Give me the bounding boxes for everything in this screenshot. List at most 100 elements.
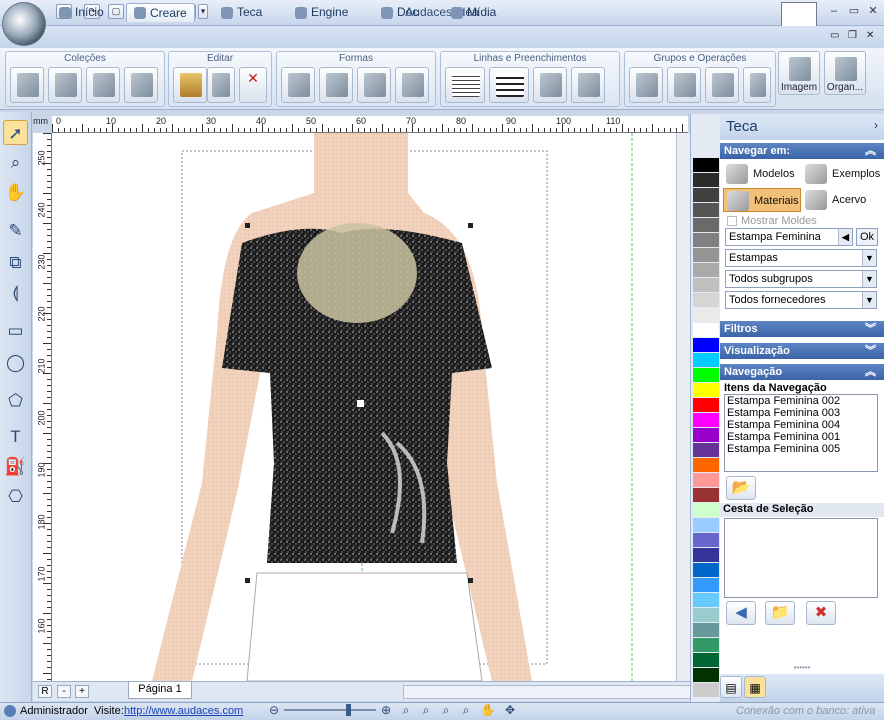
fill-button[interactable]: [533, 67, 567, 103]
ribbon-restore-icon[interactable]: ❐: [848, 30, 857, 41]
website-link[interactable]: http://www.audaces.com: [124, 703, 243, 719]
color-swatch[interactable]: [693, 533, 719, 547]
nav-materiais-button[interactable]: Materiais: [723, 188, 801, 212]
color-swatch[interactable]: [693, 503, 719, 517]
pages-icon[interactable]: ▤: [720, 676, 742, 698]
pan-hand-icon[interactable]: ✋: [480, 702, 496, 718]
color-swatch[interactable]: [693, 668, 719, 682]
line-style-button[interactable]: [445, 67, 485, 103]
tab-midia[interactable]: Mídia: [444, 3, 503, 22]
drawing-canvas[interactable]: [52, 133, 676, 681]
export-collection-button[interactable]: [124, 67, 158, 103]
color-swatch[interactable]: [693, 623, 719, 637]
ellipse-tool-icon[interactable]: ◯: [3, 350, 28, 375]
navigate-arrows-icon[interactable]: ✥: [502, 702, 518, 718]
color-swatch[interactable]: [693, 563, 719, 577]
zoom-icon[interactable]: ⌕: [3, 150, 28, 175]
zoom-slider-thumb[interactable]: [346, 704, 351, 716]
remove-page-button[interactable]: -: [57, 685, 71, 698]
search-input[interactable]: Estampa Feminina ◀: [725, 228, 853, 246]
save-collection-button[interactable]: [48, 67, 82, 103]
copy-button[interactable]: [207, 67, 235, 103]
list-item[interactable]: Estampa Feminina 003: [725, 407, 877, 419]
color-swatch[interactable]: [693, 188, 719, 202]
pen-button[interactable]: [395, 67, 429, 103]
mirror-icon[interactable]: ⟬: [3, 280, 28, 305]
maximize-icon[interactable]: ▭: [846, 4, 862, 18]
selection-center-handle[interactable]: [357, 400, 364, 407]
list-item[interactable]: Estampa Feminina 004: [725, 419, 877, 431]
itens-navegacao-list[interactable]: Estampa Feminina 002 Estampa Feminina 00…: [724, 394, 878, 472]
app-logo-icon[interactable]: [2, 2, 46, 46]
pen-icon[interactable]: ✎: [3, 218, 28, 243]
color-swatch[interactable]: [693, 248, 719, 262]
color-swatch[interactable]: [693, 473, 719, 487]
minimize-icon[interactable]: –: [826, 4, 842, 18]
tab-teca[interactable]: Teca: [214, 3, 269, 22]
color-swatch[interactable]: [693, 578, 719, 592]
camera-icon[interactable]: ⎔: [3, 484, 28, 509]
back-arrow-button[interactable]: ◀: [726, 601, 756, 625]
page-r-button[interactable]: R: [38, 685, 52, 698]
selection-handle[interactable]: [468, 223, 473, 228]
delete-folder-button[interactable]: ✖: [806, 601, 836, 625]
navegacao-header[interactable]: Navegação ︽: [720, 364, 884, 380]
group-button[interactable]: [629, 67, 663, 103]
cut-button[interactable]: ✕: [239, 67, 267, 103]
zoom-slider[interactable]: [284, 709, 376, 711]
ribbon-minimize-icon[interactable]: ▭: [830, 30, 839, 41]
list-item[interactable]: Estampa Feminina 005: [725, 443, 877, 455]
panel-collapse-icon[interactable]: ›: [874, 118, 878, 132]
color-swatch[interactable]: [693, 323, 719, 337]
fill-pattern-button[interactable]: [571, 67, 605, 103]
shape-button-2[interactable]: [319, 67, 353, 103]
panel-splitter[interactable]: ••••••: [720, 663, 884, 673]
color-swatch[interactable]: [693, 458, 719, 472]
subgroup-select[interactable]: Todos subgrupos ▼: [725, 270, 877, 288]
selection-handle[interactable]: [245, 223, 250, 228]
color-swatch[interactable]: [693, 443, 719, 457]
organizar-button[interactable]: Organ...: [824, 51, 866, 95]
zoom-page-icon[interactable]: ⌕: [418, 702, 434, 718]
fill-bucket-icon[interactable]: ⛽: [3, 454, 28, 479]
type-select[interactable]: Estampas ▼: [725, 249, 877, 267]
tab-engine[interactable]: Engine: [288, 3, 355, 22]
pan-hand-icon[interactable]: ✋: [3, 180, 28, 205]
shape-edit-icon[interactable]: ⬠: [3, 388, 28, 413]
color-swatch[interactable]: [693, 233, 719, 247]
mostrar-moldes-checkbox[interactable]: Mostrar Moldes: [727, 215, 817, 227]
close-icon[interactable]: ✕: [865, 4, 881, 18]
supplier-select[interactable]: Todos fornecedores ▼: [725, 291, 877, 309]
color-swatch[interactable]: [693, 308, 719, 322]
color-swatch[interactable]: [693, 683, 719, 697]
color-swatch[interactable]: [693, 368, 719, 382]
color-swatch[interactable]: [693, 203, 719, 217]
navegar-em-header[interactable]: Navegar em: ︽: [720, 143, 884, 159]
shape-button-3[interactable]: [357, 67, 391, 103]
vertical-scrollbar[interactable]: [676, 133, 690, 681]
color-swatch[interactable]: [693, 218, 719, 232]
color-swatch[interactable]: [693, 338, 719, 352]
color-swatch[interactable]: [693, 638, 719, 652]
rectangle-tool-icon[interactable]: ▭: [3, 318, 28, 343]
color-swatch[interactable]: [693, 608, 719, 622]
filtros-header[interactable]: Filtros ︾: [720, 321, 884, 337]
text-tool-icon[interactable]: T: [3, 424, 28, 449]
horizontal-scrollbar[interactable]: [403, 685, 703, 699]
color-swatch[interactable]: [693, 263, 719, 277]
add-page-button[interactable]: +: [75, 685, 89, 698]
list-item[interactable]: Estampa Feminina 001: [725, 431, 877, 443]
page-tab[interactable]: Página 1: [128, 682, 192, 699]
line-width-button[interactable]: [489, 67, 529, 103]
nav-exemplos-button[interactable]: Exemplos: [802, 162, 882, 186]
tab-inicio[interactable]: Início: [52, 3, 111, 22]
ungroup-button[interactable]: [667, 67, 701, 103]
zoom-selection-icon[interactable]: ⌕: [458, 702, 474, 718]
list-item[interactable]: Estampa Feminina 002: [725, 395, 877, 407]
color-swatch[interactable]: [693, 158, 719, 172]
tab-doc[interactable]: Doc: [374, 3, 425, 22]
cesta-selecao-list[interactable]: [724, 518, 878, 598]
color-swatch[interactable]: [693, 518, 719, 532]
shape-button-1[interactable]: [281, 67, 315, 103]
color-swatch[interactable]: [693, 278, 719, 292]
